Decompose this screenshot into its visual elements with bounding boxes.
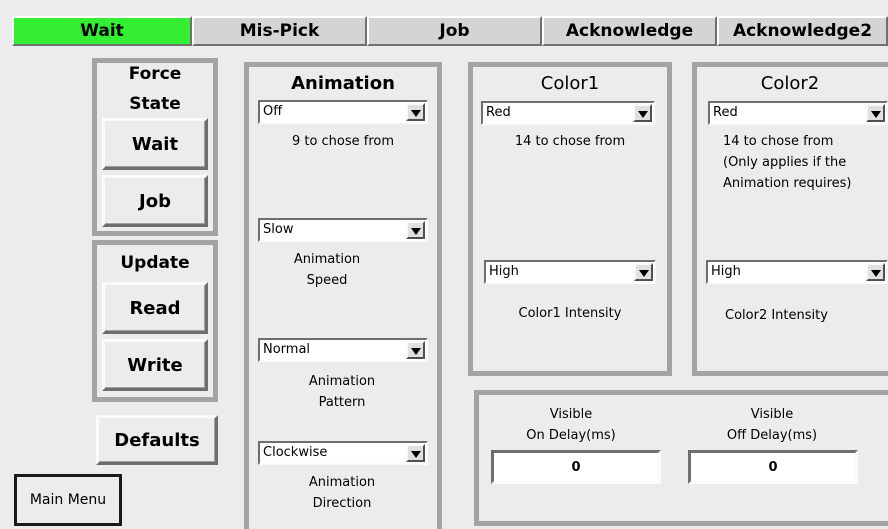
chevron-down-icon[interactable] (634, 263, 653, 281)
visible-on-label-2: On Delay(ms) (526, 428, 616, 443)
visible-on-delay-value: 0 (571, 459, 581, 475)
visible-off-label-1: Visible (750, 407, 794, 422)
color2-intensity-label: Color2 Intensity (725, 308, 828, 323)
animation-speed-label-1: Animation (293, 252, 361, 267)
color2-intensity-value: High (711, 264, 741, 279)
color1-intensity-value: High (489, 264, 519, 279)
tab-mis-pick[interactable]: Mis-Pick (192, 16, 367, 46)
tab-acknowledge2[interactable]: Acknowledge2 (717, 16, 888, 46)
animation-direction-value: Clockwise (263, 445, 328, 460)
visible-on-label-1: Visible (549, 407, 593, 422)
defaults-button[interactable]: Defaults (96, 415, 218, 465)
defaults-label: Defaults (114, 429, 200, 451)
chevron-down-icon[interactable] (406, 444, 425, 462)
tab-wait[interactable]: Wait (12, 16, 192, 46)
animation-direction-label-1: Animation (308, 475, 376, 490)
read-label: Read (129, 297, 181, 319)
chevron-down-icon[interactable] (406, 341, 425, 359)
read-button[interactable]: Read (102, 282, 208, 334)
animation-direction-select[interactable]: Clockwise (258, 441, 428, 465)
color1-intensity-label: Color1 Intensity (518, 306, 622, 321)
visible-off-label-2: Off Delay(ms) (726, 428, 818, 443)
color1-intensity-select[interactable]: High (484, 260, 656, 284)
force-wait-button[interactable]: Wait (102, 118, 208, 170)
animation-type-hint: 9 to chose from (291, 134, 395, 149)
force-state-title-1: Force (128, 64, 182, 84)
animation-speed-value: Slow (263, 222, 294, 237)
color2-hint-1: 14 to chose from (723, 134, 834, 149)
color2-hint-3: Animation requires) (723, 176, 852, 191)
tab-acknowledge[interactable]: Acknowledge (542, 16, 717, 46)
animation-type-value: Off (263, 104, 283, 119)
chevron-down-icon[interactable] (633, 104, 652, 122)
main-menu-label: Main Menu (29, 492, 107, 508)
color2-hint-2: (Only applies if the (723, 155, 847, 170)
tab-mis-pick-label: Mis-Pick (239, 21, 320, 41)
force-job-button[interactable]: Job (102, 175, 208, 227)
force-wait-label: Wait (131, 133, 179, 155)
animation-speed-label-2: Speed (306, 273, 348, 288)
color1-select[interactable]: Red (481, 101, 655, 125)
tab-wait-label: Wait (80, 21, 124, 41)
color2-select[interactable]: Red (708, 101, 888, 125)
animation-direction-label-2: Direction (312, 496, 372, 511)
animation-speed-select[interactable]: Slow (258, 218, 428, 242)
color2-intensity-select[interactable]: High (706, 260, 888, 284)
visible-off-delay-field[interactable]: 0 (688, 450, 858, 484)
animation-pattern-value: Normal (263, 342, 311, 357)
tab-job[interactable]: Job (367, 16, 542, 46)
force-job-label: Job (139, 190, 171, 212)
visible-off-delay-value: 0 (768, 459, 778, 475)
visible-on-delay-field[interactable]: 0 (491, 450, 661, 484)
tab-acknowledge2-label: Acknowledge2 (732, 21, 873, 41)
update-title: Update (120, 253, 190, 273)
animation-type-select[interactable]: Off (258, 100, 428, 124)
color1-title: Color1 (540, 73, 600, 94)
write-button[interactable]: Write (102, 339, 208, 391)
animation-pattern-select[interactable]: Normal (258, 338, 428, 362)
chevron-down-icon[interactable] (866, 263, 885, 281)
force-state-title-2: State (129, 94, 181, 114)
tab-acknowledge-label: Acknowledge (565, 21, 694, 41)
color1-hint: 14 to chose from (514, 134, 626, 149)
chevron-down-icon[interactable] (406, 103, 425, 121)
chevron-down-icon[interactable] (866, 104, 885, 122)
write-label: Write (127, 354, 183, 376)
animation-pattern-label-2: Pattern (318, 395, 366, 410)
tab-job-label: Job (439, 21, 470, 41)
color2-value: Red (713, 105, 738, 120)
animation-title: Animation (291, 73, 395, 94)
main-menu-button[interactable]: Main Menu (14, 474, 122, 526)
color1-value: Red (486, 105, 511, 120)
chevron-down-icon[interactable] (406, 221, 425, 239)
color2-title: Color2 (760, 73, 820, 94)
animation-pattern-label-1: Animation (308, 374, 376, 389)
